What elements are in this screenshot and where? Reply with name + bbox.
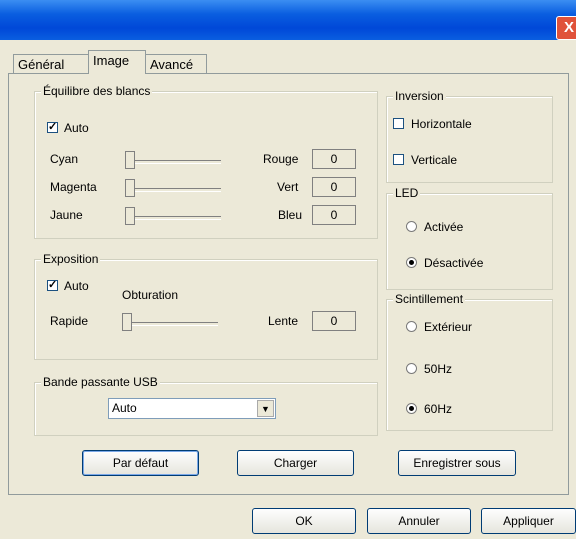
magenta-green-slider-track[interactable] (125, 188, 221, 192)
shutter-slider-thumb[interactable] (122, 313, 132, 331)
usb-bandwidth-value: Auto (112, 401, 137, 415)
inversion-group: Inversion Horizontale Verticale (386, 89, 553, 183)
led-legend: LED (393, 186, 421, 200)
hz60-label: 60Hz (424, 402, 453, 416)
dialog-window: X Général Image Avancé Équilibre des bla… (0, 0, 576, 539)
exposure-auto-label: Auto (64, 279, 89, 293)
white-balance-auto-checkbox[interactable] (47, 120, 58, 133)
exposure-auto-checkbox[interactable] (47, 278, 58, 291)
cyan-red-value: 0 (312, 149, 356, 169)
hz50-radio[interactable] (406, 363, 417, 374)
white-balance-legend: Équilibre des blancs (41, 84, 153, 98)
title-bar[interactable]: X (0, 0, 576, 40)
magenta-green-value: 0 (312, 177, 356, 197)
close-button[interactable]: X (556, 16, 576, 40)
led-on-radio[interactable] (406, 221, 417, 232)
tab-panel-image: Équilibre des blancs Auto Cyan Rouge 0 M… (8, 73, 569, 495)
led-on-label: Activée (424, 220, 464, 234)
usb-bandwidth-select[interactable]: Auto ▼ (108, 398, 276, 419)
yellow-blue-slider-thumb[interactable] (125, 207, 135, 225)
magenta-green-slider-thumb[interactable] (125, 179, 135, 197)
chevron-down-icon[interactable]: ▼ (257, 400, 274, 417)
usb-bandwidth-group: Bande passante USB Auto ▼ (34, 375, 378, 436)
led-off-label: Désactivée (424, 256, 484, 270)
tab-label: Image (93, 53, 130, 68)
cancel-button[interactable]: Annuler (367, 508, 471, 534)
hz50-label: 50Hz (424, 362, 453, 376)
default-button[interactable]: Par défaut (82, 450, 199, 476)
vertical-checkbox[interactable] (393, 154, 404, 165)
tab-advanced[interactable]: Avancé (145, 54, 207, 74)
ok-button[interactable]: OK (252, 508, 356, 534)
flicker-legend: Scintillement (393, 292, 466, 306)
fast-label: Rapide (50, 314, 89, 328)
inversion-legend: Inversion (393, 89, 446, 103)
usb-bandwidth-legend: Bande passante USB (41, 375, 160, 389)
shutter-label: Obturation (122, 288, 179, 302)
cyan-red-slider-track[interactable] (125, 160, 221, 164)
horizontal-label: Horizontale (411, 117, 472, 131)
shutter-slider-track[interactable] (122, 322, 218, 326)
save-as-button[interactable]: Enregistrer sous (398, 450, 516, 476)
led-group: LED Activée Désactivée (386, 186, 553, 290)
white-balance-group: Équilibre des blancs Auto Cyan Rouge 0 M… (34, 84, 378, 239)
yellow-label: Jaune (50, 208, 83, 222)
flicker-group: Scintillement Extérieur 50Hz 60Hz (386, 292, 553, 431)
led-off-radio[interactable] (406, 257, 417, 268)
outdoor-radio[interactable] (406, 321, 417, 332)
horizontal-checkbox[interactable] (393, 118, 404, 129)
tab-general[interactable]: Général (13, 54, 89, 74)
cyan-label: Cyan (50, 152, 79, 166)
shutter-value: 0 (312, 311, 356, 331)
tab-label: Avancé (150, 57, 194, 72)
blue-label: Bleu (278, 208, 303, 222)
close-icon: X (563, 19, 574, 36)
load-button[interactable]: Charger (237, 450, 354, 476)
magenta-label: Magenta (50, 180, 97, 194)
outdoor-label: Extérieur (424, 320, 473, 334)
yellow-blue-slider-track[interactable] (125, 216, 221, 220)
apply-button[interactable]: Appliquer (481, 508, 576, 534)
exposure-legend: Exposition (41, 252, 101, 266)
cyan-red-slider-thumb[interactable] (125, 151, 135, 169)
red-label: Rouge (263, 152, 299, 166)
tab-label: Général (18, 57, 65, 72)
white-balance-auto-label: Auto (64, 121, 89, 135)
yellow-blue-value: 0 (312, 205, 356, 225)
exposure-group: Exposition Auto Obturation Rapide Lente … (34, 252, 378, 360)
green-label: Vert (277, 180, 299, 194)
hz60-radio[interactable] (406, 403, 417, 414)
slow-label: Lente (268, 314, 299, 328)
vertical-label: Verticale (411, 153, 458, 167)
tab-image[interactable]: Image (88, 50, 146, 74)
